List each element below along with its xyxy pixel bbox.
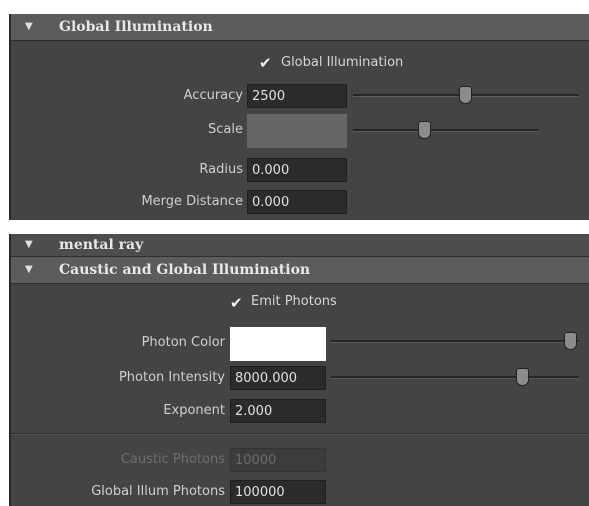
mental-ray-panel: ▼ mental ray ▼ Caustic and Global Illumi… [9, 234, 589, 506]
gi-checkbox[interactable]: ✔ [259, 56, 273, 71]
section-divider [11, 433, 589, 435]
scale-color-swatch[interactable] [247, 114, 347, 148]
radius-field[interactable] [247, 158, 347, 182]
exponent-row: Exponent [11, 398, 589, 424]
mental-ray-header-title: mental ray [59, 237, 144, 253]
photon-color-swatch[interactable] [230, 327, 326, 361]
global-illumination-header[interactable]: ▼ Global Illumination [11, 14, 589, 41]
emit-photons-row: ✔ Emit Photons [11, 289, 589, 315]
global-illum-photons-label: Global Illum Photons [91, 484, 225, 499]
collapse-triangle-icon[interactable]: ▼ [25, 14, 33, 40]
radius-label: Radius [199, 162, 243, 177]
global-illum-photons-field[interactable] [230, 480, 326, 504]
scale-row: Scale [11, 114, 589, 148]
scale-slider-track[interactable] [353, 129, 539, 132]
gi-checkbox-row: ✔ Global Illumination [11, 50, 589, 76]
photon-color-slider-track[interactable] [331, 340, 579, 343]
photon-intensity-field[interactable] [230, 366, 326, 390]
accuracy-label: Accuracy [183, 88, 243, 103]
photon-color-label: Photon Color [141, 335, 225, 350]
collapse-triangle-icon[interactable]: ▼ [25, 257, 33, 283]
global-illum-photons-row: Global Illum Photons [11, 479, 589, 505]
accuracy-slider-thumb[interactable] [459, 86, 472, 104]
radius-row: Radius [11, 157, 589, 183]
exponent-label: Exponent [163, 403, 225, 418]
merge-distance-label: Merge Distance [141, 194, 243, 209]
merge-distance-field[interactable] [247, 190, 347, 214]
emit-photons-label: Emit Photons [251, 294, 337, 309]
mental-ray-header[interactable]: ▼ mental ray [11, 234, 589, 257]
emit-photons-checkbox[interactable]: ✔ [230, 296, 244, 311]
exponent-field[interactable] [230, 399, 326, 423]
photon-intensity-slider-track[interactable] [331, 376, 579, 379]
merge-distance-row: Merge Distance [11, 189, 589, 215]
caustic-photons-label: Caustic Photons [120, 452, 225, 467]
caustic-photons-row: Caustic Photons [11, 447, 589, 473]
caustic-gi-header[interactable]: ▼ Caustic and Global Illumination [11, 257, 589, 284]
scale-label: Scale [208, 122, 243, 137]
photon-intensity-row: Photon Intensity [11, 365, 589, 391]
accuracy-field[interactable] [247, 84, 347, 108]
photon-intensity-slider-thumb[interactable] [516, 368, 529, 386]
photon-color-slider-thumb[interactable] [564, 332, 577, 350]
collapse-triangle-icon[interactable]: ▼ [25, 234, 33, 256]
accuracy-row: Accuracy [11, 83, 589, 109]
photon-intensity-label: Photon Intensity [118, 370, 225, 385]
global-illumination-header-title: Global Illumination [59, 19, 213, 35]
global-illumination-panel: ▼ Global Illumination ✔ Global Illuminat… [9, 14, 589, 220]
gi-checkbox-label: Global Illumination [281, 55, 404, 70]
photon-color-row: Photon Color [11, 327, 589, 361]
caustic-photons-field [230, 448, 326, 472]
scale-slider-thumb[interactable] [418, 121, 431, 139]
caustic-gi-header-title: Caustic and Global Illumination [59, 262, 311, 278]
